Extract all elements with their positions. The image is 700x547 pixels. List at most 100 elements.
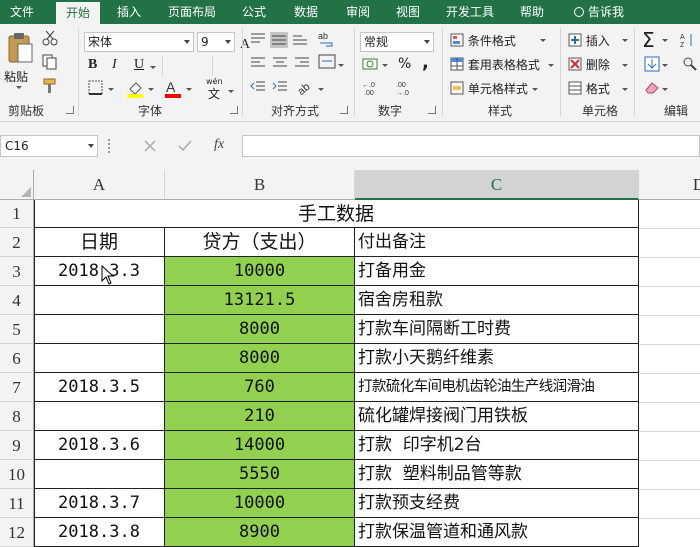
border-icon[interactable] bbox=[88, 80, 104, 96]
empty-cells-area[interactable] bbox=[639, 200, 700, 547]
tab-data[interactable]: 数据 bbox=[284, 0, 328, 24]
note-cell[interactable]: 打款 印字机2台 bbox=[355, 431, 639, 460]
format-cells-button[interactable]: 格式 bbox=[568, 80, 610, 97]
row-header[interactable]: 10 bbox=[0, 460, 34, 489]
autosum-dropdown-icon[interactable] bbox=[662, 39, 668, 42]
amount-cell[interactable]: 10000 bbox=[165, 257, 355, 286]
insert-dropdown-icon[interactable] bbox=[622, 39, 628, 42]
note-cell[interactable]: 硫化罐焊接阀门用铁板 bbox=[355, 402, 639, 431]
fill-color-icon[interactable] bbox=[126, 80, 144, 98]
paste-icon[interactable] bbox=[6, 32, 34, 64]
delete-cells-button[interactable]: 删除 bbox=[568, 56, 610, 73]
wrap-text-icon[interactable]: ab bbox=[318, 30, 336, 48]
accounting-dropdown-icon[interactable] bbox=[382, 64, 388, 67]
font-color-icon[interactable]: A bbox=[164, 79, 182, 98]
percent-style-icon[interactable]: % bbox=[398, 56, 411, 72]
date-cell[interactable]: 2018.3.8 bbox=[34, 518, 165, 547]
date-cell[interactable] bbox=[34, 460, 165, 489]
row-header[interactable]: 8 bbox=[0, 402, 34, 431]
tab-developer[interactable]: 开发工具 bbox=[438, 0, 502, 24]
phonetic-dropdown-icon[interactable] bbox=[228, 90, 234, 93]
amount-cell[interactable]: 13121.5 bbox=[165, 286, 355, 315]
conditional-formatting-button[interactable]: 条件格式 bbox=[450, 32, 516, 49]
bold-icon[interactable]: B bbox=[88, 57, 97, 73]
row-header[interactable]: 12 bbox=[0, 518, 34, 547]
column-header-b[interactable]: B bbox=[165, 170, 355, 200]
cell-styles-button[interactable]: 单元格样式 bbox=[450, 80, 528, 97]
header-cell-credit[interactable]: 贷方（支出） bbox=[165, 228, 355, 257]
tab-file[interactable]: 文件 bbox=[0, 0, 44, 24]
clear-icon[interactable] bbox=[644, 80, 660, 94]
header-cell-note[interactable]: 付出备注 bbox=[355, 228, 639, 257]
note-cell[interactable]: 打款 塑料制品管等款 bbox=[355, 460, 639, 489]
number-launcher-icon[interactable] bbox=[428, 106, 436, 114]
alignment-launcher-icon[interactable] bbox=[340, 106, 348, 114]
date-cell[interactable] bbox=[34, 344, 165, 373]
row-header[interactable]: 6 bbox=[0, 344, 34, 373]
orientation-dropdown-icon[interactable] bbox=[318, 88, 324, 91]
cut-icon[interactable] bbox=[42, 30, 58, 46]
phonetic-guide-icon[interactable]: 文 bbox=[208, 85, 220, 102]
increase-decimal-icon[interactable]: ←.0.00 bbox=[362, 80, 386, 96]
amount-cell[interactable]: 760 bbox=[165, 373, 355, 402]
row-header[interactable]: 3 bbox=[0, 257, 34, 286]
tab-formulas[interactable]: 公式 bbox=[232, 0, 276, 24]
date-cell[interactable]: 2018.3.3 bbox=[34, 257, 165, 286]
date-cell[interactable]: 2018.3.6 bbox=[34, 431, 165, 460]
clear-dropdown-icon[interactable] bbox=[662, 88, 668, 91]
note-cell[interactable]: 打款车间隔断工时费 bbox=[355, 315, 639, 344]
tab-help[interactable]: 帮助 bbox=[510, 0, 554, 24]
align-right-icon[interactable] bbox=[294, 56, 310, 70]
name-box[interactable]: C16 bbox=[0, 135, 98, 157]
note-cell[interactable]: 宿舍房租款 bbox=[355, 286, 639, 315]
tab-review[interactable]: 审阅 bbox=[336, 0, 380, 24]
table-dropdown-icon[interactable] bbox=[548, 64, 554, 67]
amount-cell[interactable]: 14000 bbox=[165, 431, 355, 460]
merge-center-icon[interactable] bbox=[318, 54, 336, 70]
paste-dropdown-icon[interactable] bbox=[16, 86, 22, 89]
column-header-d[interactable]: D bbox=[639, 170, 700, 200]
italic-icon[interactable]: I bbox=[112, 57, 117, 73]
align-left-icon[interactable] bbox=[250, 56, 266, 70]
align-bottom-icon[interactable] bbox=[292, 32, 308, 46]
fill-dropdown-icon[interactable] bbox=[662, 64, 668, 67]
formula-input[interactable] bbox=[242, 135, 700, 157]
date-cell[interactable] bbox=[34, 286, 165, 315]
merge-dropdown-icon[interactable] bbox=[338, 64, 344, 67]
align-top-icon[interactable] bbox=[250, 32, 266, 46]
format-painter-icon[interactable] bbox=[42, 78, 58, 94]
tab-home[interactable]: 开始 bbox=[56, 2, 100, 24]
insert-function-icon[interactable]: fx bbox=[214, 137, 224, 153]
align-center-icon[interactable] bbox=[272, 56, 288, 70]
format-as-table-button[interactable]: 套用表格格式 bbox=[450, 56, 540, 73]
note-cell[interactable]: 打款小天鹅纤维素 bbox=[355, 344, 639, 373]
cancel-icon[interactable] bbox=[144, 140, 156, 152]
column-header-c[interactable]: C bbox=[355, 170, 639, 200]
worksheet-grid[interactable]: A B C D 1 2 3 4 5 6 7 8 9 10 11 12 手工数据 … bbox=[0, 170, 700, 547]
align-middle-icon[interactable] bbox=[270, 32, 288, 48]
delete-dropdown-icon[interactable] bbox=[622, 64, 628, 67]
number-format-dropdown[interactable]: 常规 bbox=[360, 32, 434, 52]
sort-filter-icon[interactable]: AZ bbox=[680, 32, 696, 48]
font-color-dropdown-icon[interactable] bbox=[186, 88, 192, 91]
comma-style-icon[interactable]: , bbox=[422, 52, 429, 73]
font-size-dropdown[interactable]: 9 bbox=[197, 32, 235, 52]
column-header-a[interactable]: A bbox=[34, 170, 165, 200]
cell-styles-dropdown-icon[interactable] bbox=[532, 88, 538, 91]
note-cell[interactable]: 打款保温管道和通风款 bbox=[355, 518, 639, 547]
underline-dropdown-icon[interactable] bbox=[150, 66, 156, 69]
accounting-format-icon[interactable] bbox=[362, 56, 380, 72]
amount-cell[interactable]: 5550 bbox=[165, 460, 355, 489]
sheet-title-cell[interactable]: 手工数据 bbox=[34, 200, 639, 228]
decrease-indent-icon[interactable] bbox=[250, 80, 266, 94]
note-cell[interactable]: 打款硫化车间电机齿轮油生产线润滑油 bbox=[355, 373, 639, 402]
note-cell[interactable]: 打款预支经费 bbox=[355, 489, 639, 518]
amount-cell[interactable]: 8900 bbox=[165, 518, 355, 547]
date-cell[interactable] bbox=[34, 402, 165, 431]
conditional-dropdown-icon[interactable] bbox=[540, 39, 546, 42]
date-cell[interactable]: 2018.3.5 bbox=[34, 373, 165, 402]
tab-page-layout[interactable]: 页面布局 bbox=[160, 0, 224, 24]
amount-cell[interactable]: 10000 bbox=[165, 489, 355, 518]
row-header[interactable]: 7 bbox=[0, 373, 34, 402]
find-select-icon[interactable] bbox=[682, 56, 698, 72]
